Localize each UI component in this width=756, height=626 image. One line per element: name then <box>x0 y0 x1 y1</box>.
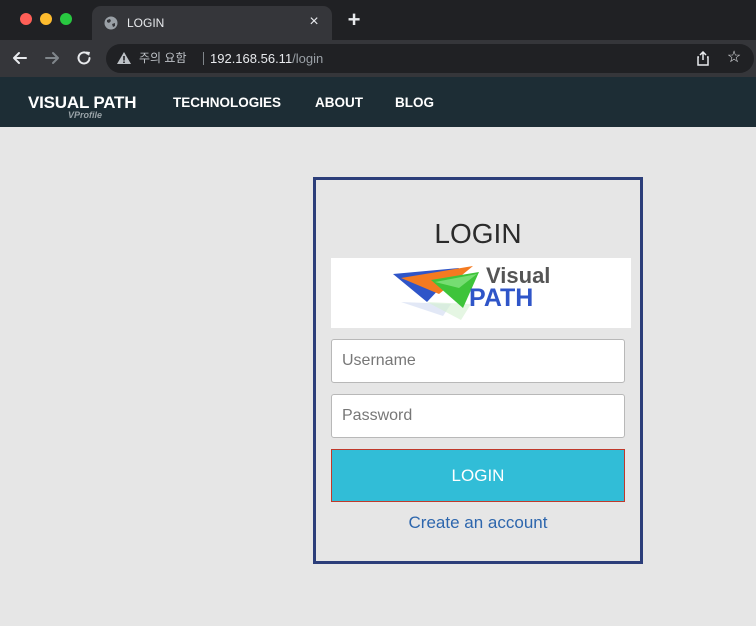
logo-path-text: PATH <box>469 284 533 312</box>
brand-subtitle: VProfile <box>68 110 103 120</box>
visual-path-logo: Visual PATH <box>331 258 631 328</box>
tab-title: LOGIN <box>127 16 165 30</box>
globe-icon <box>104 16 118 30</box>
create-account-link[interactable]: Create an account <box>316 513 640 533</box>
browser-toolbar: 주의 요함 192.168.56.11/login ☆ <box>0 40 756 77</box>
new-tab-button[interactable]: + <box>343 9 365 31</box>
username-input[interactable] <box>331 339 625 383</box>
nav-link-blog[interactable]: BLOG <box>395 95 434 111</box>
share-icon[interactable] <box>696 51 710 66</box>
minimize-window-button[interactable] <box>40 13 52 25</box>
nav-link-about[interactable]: ABOUT <box>315 95 363 111</box>
back-arrow-icon[interactable] <box>10 48 30 68</box>
site-navbar: VISUAL PATH VProfile TECHNOLOGIES ABOUT … <box>0 77 756 127</box>
nav-link-technologies[interactable]: TECHNOLOGIES <box>173 95 281 111</box>
forward-arrow-icon[interactable] <box>42 48 62 68</box>
visual-path-logo-graphic: Visual PATH <box>393 263 550 320</box>
login-card: LOGIN Visual PATH LOGIN Create an accoun… <box>313 177 643 564</box>
tab-close-icon[interactable]: × <box>306 14 322 30</box>
password-input[interactable] <box>331 394 625 438</box>
close-window-button[interactable] <box>20 13 32 25</box>
url-host: 192.168.56.11 <box>210 51 293 66</box>
url-text[interactable]: 192.168.56.11/login <box>210 51 323 66</box>
maximize-window-button[interactable] <box>60 13 72 25</box>
login-title: LOGIN <box>434 218 522 249</box>
browser-tab-bar: LOGIN × + <box>0 0 756 40</box>
reload-icon[interactable] <box>74 48 94 68</box>
address-separator <box>203 52 204 65</box>
bookmark-star-icon[interactable]: ☆ <box>726 49 742 67</box>
browser-tab-login[interactable]: LOGIN × <box>92 6 332 40</box>
address-bar[interactable]: 주의 요함 192.168.56.11/login ☆ <box>106 44 754 73</box>
warning-icon <box>117 52 131 64</box>
security-warning-label[interactable]: 주의 요함 <box>139 51 187 66</box>
login-button[interactable]: LOGIN <box>331 449 625 502</box>
url-path: /login <box>292 51 324 66</box>
